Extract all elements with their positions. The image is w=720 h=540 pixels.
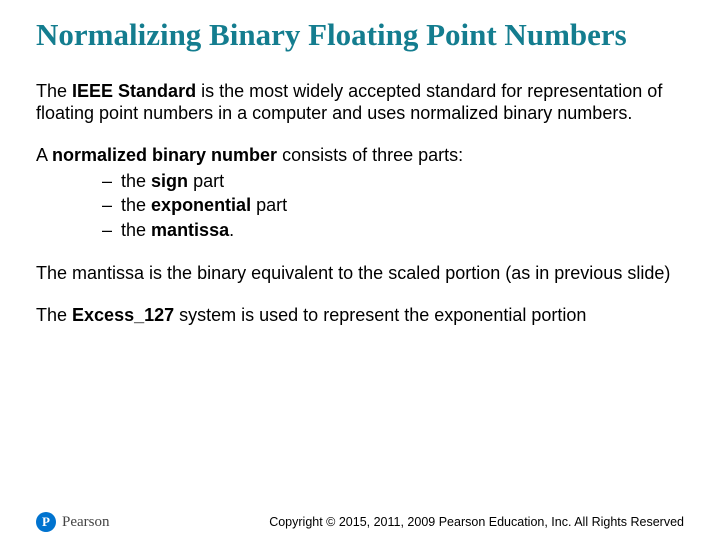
footer: P Pearson Copyright © 2015, 2011, 2009 P… (36, 512, 684, 532)
text: the (121, 171, 151, 191)
term-normalized-binary-number: normalized binary number (52, 145, 277, 165)
term-mantissa: mantissa (151, 220, 229, 240)
term-sign: sign (151, 171, 188, 191)
paragraph-ieee-standard: The IEEE Standard is the most widely acc… (36, 81, 684, 125)
text: consists of three parts: (277, 145, 463, 165)
brand: P Pearson (36, 512, 110, 532)
slide-title: Normalizing Binary Floating Point Number… (36, 18, 684, 53)
copyright-text: Copyright © 2015, 2011, 2009 Pearson Edu… (269, 515, 684, 529)
text: part (188, 171, 224, 191)
bullet-dash-icon: – (102, 193, 116, 218)
term-excess-127: Excess_127 (72, 305, 174, 325)
slide: Normalizing Binary Floating Point Number… (0, 0, 720, 540)
term-ieee-standard: IEEE Standard (72, 81, 196, 101)
text: A (36, 145, 52, 165)
text: The (36, 81, 72, 101)
text: system is used to represent the exponent… (174, 305, 586, 325)
text: The (36, 305, 72, 325)
text: . (229, 220, 234, 240)
list-item: – the mantissa. (102, 218, 684, 243)
paragraph-excess-127: The Excess_127 system is used to represe… (36, 305, 684, 327)
term-exponential: exponential (151, 195, 251, 215)
text: the (121, 195, 151, 215)
bullet-dash-icon: – (102, 169, 116, 194)
brand-name: Pearson (62, 514, 110, 531)
pearson-logo-icon: P (36, 512, 56, 532)
bullet-dash-icon: – (102, 218, 116, 243)
paragraph-parts-intro: A normalized binary number consists of t… (36, 145, 684, 167)
list-item: – the sign part (102, 169, 684, 194)
paragraph-mantissa: The mantissa is the binary equivalent to… (36, 263, 684, 285)
parts-list: – the sign part – the exponential part –… (102, 169, 684, 243)
text: part (251, 195, 287, 215)
list-item: – the exponential part (102, 193, 684, 218)
text: the (121, 220, 151, 240)
